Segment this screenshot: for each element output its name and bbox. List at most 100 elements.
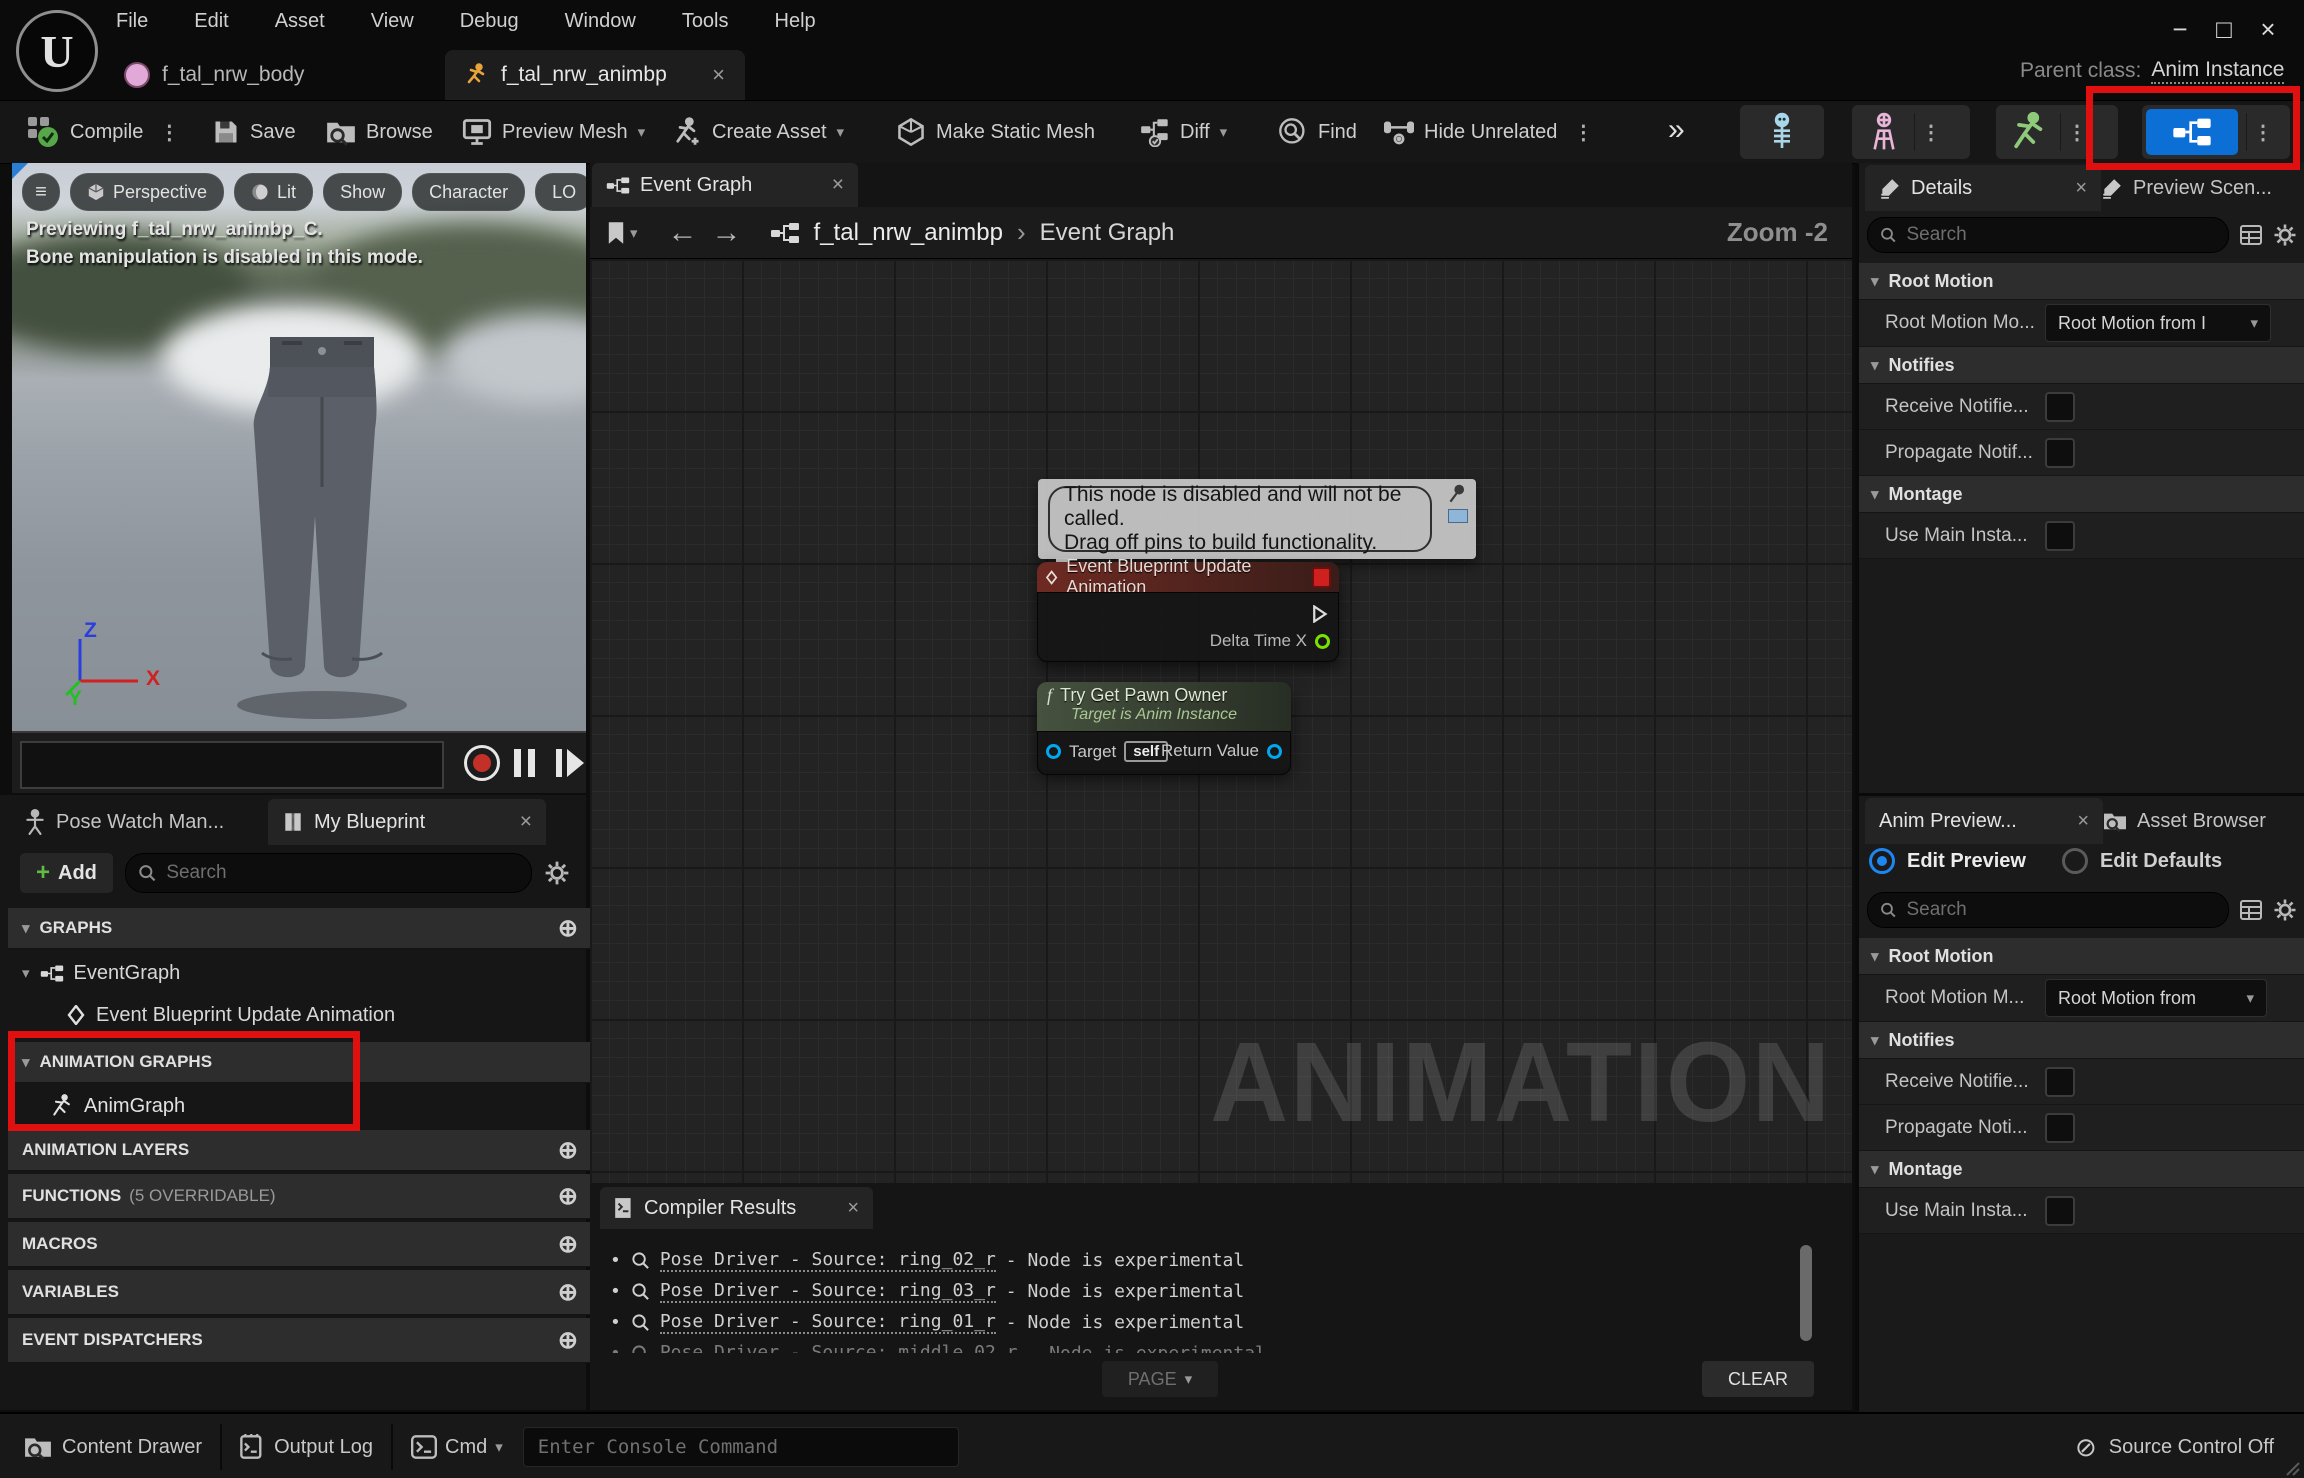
node-event-blueprint-update-animation[interactable]: Event Blueprint Update Animation Delta T…	[1037, 562, 1339, 660]
save-button[interactable]: Save	[212, 101, 296, 163]
section-event-dispatchers[interactable]: EVENT DISPATCHERS ⊕	[8, 1318, 592, 1363]
compiler-log-link[interactable]: Pose Driver - Source: middle_02_r	[660, 1342, 1018, 1353]
compile-button[interactable]: Compile ⋮	[26, 101, 185, 163]
cmd-button[interactable]: Cmd ▾	[411, 1435, 503, 1459]
add-variable-icon[interactable]: ⊕	[558, 1278, 578, 1307]
tab-close-icon[interactable]: ×	[2075, 177, 2087, 200]
console-command-field[interactable]	[523, 1427, 959, 1467]
clear-button[interactable]: CLEAR	[1702, 1361, 1814, 1397]
tab-my-blueprint[interactable]: My Blueprint ×	[268, 799, 546, 845]
tab-pose-watch-manager[interactable]: Pose Watch Man...	[10, 799, 268, 845]
perspective-button[interactable]: Perspective	[70, 173, 224, 211]
toolbar-overflow-icon[interactable]: »	[1668, 113, 1685, 147]
minimize-icon[interactable]: −	[2158, 12, 2202, 46]
compiler-log-link[interactable]: Pose Driver - Source: ring_02_r	[660, 1249, 996, 1272]
add-macro-icon[interactable]: ⊕	[558, 1230, 578, 1259]
compile-options-icon[interactable]: ⋮	[153, 120, 185, 145]
pin-icon[interactable]	[1446, 483, 1468, 505]
node-disabled-icon[interactable]	[1312, 567, 1331, 588]
my-blueprint-search-input[interactable]	[164, 861, 519, 885]
details-search-input[interactable]	[1904, 223, 2216, 247]
menu-view[interactable]: View	[367, 4, 418, 39]
anim-preview-section-notifies[interactable]: ▾ Notifies	[1859, 1022, 2304, 1059]
create-asset-button[interactable]: Create Asset ▾	[672, 101, 844, 163]
tab-details[interactable]: Details ×	[1865, 165, 2101, 211]
exec-pin-icon[interactable]	[1313, 605, 1328, 623]
anim-preview-section-montage[interactable]: ▾ Montage	[1859, 1151, 2304, 1188]
pause-button[interactable]	[514, 749, 535, 777]
tree-item-event-update[interactable]: Event Blueprint Update Animation	[8, 995, 636, 1035]
root-motion-mode-dropdown[interactable]: Root Motion from ▾	[2045, 979, 2267, 1017]
section-macros[interactable]: MACROS ⊕	[8, 1222, 592, 1267]
diff-button[interactable]: Diff ▾	[1140, 101, 1227, 163]
compiler-scrollbar[interactable]	[1800, 1245, 1812, 1341]
menu-tools[interactable]: Tools	[678, 4, 733, 39]
asset-tab-body[interactable]: f_tal_nrw_body	[104, 50, 324, 100]
gear-icon[interactable]	[2273, 223, 2297, 247]
source-control-button[interactable]: ⊘ Source Control Off	[2075, 1432, 2274, 1463]
tab-compiler-results[interactable]: Compiler Results ×	[600, 1187, 873, 1229]
menu-debug[interactable]: Debug	[456, 4, 523, 39]
preview-mesh-quick-button[interactable]: ⋮	[1852, 105, 1970, 159]
preview-mesh-quick-options-icon[interactable]: ⋮	[1915, 120, 1947, 145]
use-main-instance-checkbox[interactable]	[2045, 521, 2075, 551]
return-value-pin[interactable]: Return Value	[1161, 741, 1282, 761]
details-section-montage[interactable]: ▾ Montage	[1859, 476, 2304, 513]
edit-defaults-radio[interactable]	[2062, 848, 2088, 874]
anim-preview-search-input[interactable]	[1904, 898, 2216, 922]
tree-item-eventgraph[interactable]: ▾ EventGraph	[8, 953, 592, 993]
page-button[interactable]: PAGE ▾	[1102, 1361, 1218, 1397]
show-button[interactable]: Show	[323, 173, 402, 211]
compiler-log-link[interactable]: Pose Driver - Source: ring_03_r	[660, 1280, 996, 1303]
find-button[interactable]: Find	[1278, 101, 1357, 163]
viewport-menu-button[interactable]: ≡	[22, 173, 60, 211]
console-command-input[interactable]	[536, 1435, 946, 1459]
lod-button[interactable]: LO	[535, 173, 586, 211]
use-main-instance-checkbox[interactable]	[2045, 1196, 2075, 1226]
tab-close-icon[interactable]: ×	[520, 810, 532, 834]
details-section-root-motion[interactable]: ▾ Root Motion	[1859, 263, 2304, 300]
gear-icon[interactable]	[544, 860, 570, 886]
content-drawer-button[interactable]: Content Drawer	[24, 1434, 202, 1460]
tab-close-icon[interactable]: ×	[832, 173, 844, 197]
maximize-icon[interactable]: □	[2202, 12, 2246, 46]
character-button[interactable]: Character	[412, 173, 525, 211]
tab-asset-browser[interactable]: Asset Browser	[2089, 798, 2304, 844]
breadcrumb-leaf[interactable]: Event Graph	[1040, 219, 1175, 247]
hide-unrelated-options-icon[interactable]: ⋮	[1567, 120, 1599, 145]
nav-back-icon[interactable]: ←	[668, 216, 698, 250]
parent-class-value[interactable]: Anim Instance	[2151, 58, 2284, 84]
details-section-notifies[interactable]: ▾ Notifies	[1859, 347, 2304, 384]
lit-button[interactable]: Lit	[234, 173, 313, 211]
display-filter-icon[interactable]	[2239, 898, 2263, 922]
step-forward-button[interactable]	[556, 749, 584, 777]
tab-anim-preview-editor[interactable]: Anim Preview... ×	[1865, 798, 2103, 844]
make-static-mesh-button[interactable]: Make Static Mesh	[896, 101, 1095, 163]
tab-close-icon[interactable]: ×	[2077, 810, 2089, 833]
menu-asset[interactable]: Asset	[271, 4, 329, 39]
bookmarks-button[interactable]: ▾	[606, 221, 638, 245]
menu-help[interactable]: Help	[771, 4, 820, 39]
tab-close-icon[interactable]: ×	[847, 1197, 859, 1220]
anim-preview-section-root-motion[interactable]: ▾ Root Motion	[1859, 938, 2304, 975]
compiler-log-link[interactable]: Pose Driver - Source: ring_01_r	[660, 1311, 996, 1334]
target-pin[interactable]: Target self	[1046, 741, 1168, 762]
menu-window[interactable]: Window	[561, 4, 640, 39]
section-graphs[interactable]: ▾ GRAPHS ⊕	[8, 908, 592, 949]
section-animation-layers[interactable]: ANIMATION LAYERS ⊕	[8, 1130, 592, 1171]
asset-tab-animbp[interactable]: f_tal_nrw_animbp ×	[445, 50, 745, 100]
details-search[interactable]	[1867, 217, 2229, 253]
section-variables[interactable]: VARIABLES ⊕	[8, 1270, 592, 1315]
section-functions[interactable]: FUNCTIONS (5 OVERRIDABLE) ⊕	[8, 1174, 592, 1219]
graph-canvas[interactable]: ANIMATION This node is disabled and will…	[590, 259, 1852, 1183]
breadcrumb-root[interactable]: f_tal_nrw_animbp	[814, 219, 1003, 247]
resize-grip-icon[interactable]	[2282, 1458, 2300, 1476]
propagate-notifies-checkbox[interactable]	[2045, 438, 2075, 468]
timeline-scrubber[interactable]	[20, 741, 444, 789]
propagate-notifies-checkbox[interactable]	[2045, 1113, 2075, 1143]
skeleton-tree-button[interactable]	[1740, 105, 1824, 159]
menu-edit[interactable]: Edit	[190, 4, 232, 39]
receive-notifies-checkbox[interactable]	[2045, 392, 2075, 422]
output-log-button[interactable]: Output Log	[240, 1434, 373, 1460]
display-filter-icon[interactable]	[2239, 223, 2263, 247]
